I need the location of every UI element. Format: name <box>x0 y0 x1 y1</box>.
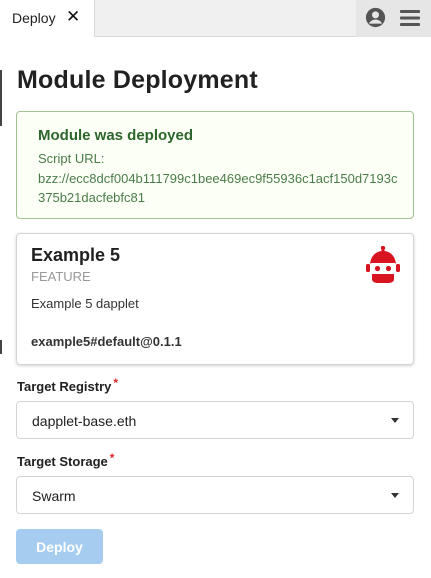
dropdown-caret-icon <box>391 493 399 498</box>
module-title: Example 5 <box>31 245 121 265</box>
deploy-button[interactable]: Deploy <box>16 529 103 564</box>
success-title: Module was deployed <box>38 127 194 144</box>
user-circle-icon[interactable] <box>365 7 386 28</box>
page-title: Module Deployment <box>17 66 258 94</box>
target-registry-value: dapplet-base.eth <box>32 413 137 429</box>
target-registry-label: Target Registry * <box>17 376 119 394</box>
module-identifier: example5#default@0.1.1 <box>31 334 182 349</box>
target-registry-dropdown[interactable]: dapplet-base.eth <box>16 401 414 439</box>
target-storage-value: Swarm <box>32 488 76 504</box>
edge-marker <box>0 70 2 126</box>
required-asterisk: * <box>109 451 115 465</box>
target-storage-dropdown[interactable]: Swarm <box>16 476 414 514</box>
dropdown-caret-icon <box>391 418 399 423</box>
tab-bar: Deploy ✕ <box>0 0 431 37</box>
module-type: FEATURE <box>31 269 91 284</box>
edge-marker <box>0 340 2 354</box>
module-description: Example 5 dapplet <box>31 296 139 311</box>
target-registry-label-text: Target Registry <box>17 379 112 394</box>
script-url-value: bzz://ecc8dcf004b111799c1bee469ec9f55936… <box>38 171 398 205</box>
target-storage-label: Target Storage * <box>17 451 115 469</box>
red-robot-icon <box>366 246 400 283</box>
required-asterisk: * <box>113 376 119 390</box>
target-storage-label-text: Target Storage <box>17 454 108 469</box>
tab-deploy[interactable]: Deploy ✕ <box>0 0 95 37</box>
success-message: Module was deployed Script URL: bzz://ec… <box>16 111 414 219</box>
script-url-label: Script URL: <box>38 151 105 166</box>
hamburger-menu-icon[interactable] <box>399 8 421 28</box>
module-card: Example 5 FEATURE Example 5 dapplet exam… <box>16 233 414 365</box>
close-tab-icon[interactable]: ✕ <box>66 8 80 26</box>
tab-deploy-label: Deploy <box>12 10 56 26</box>
